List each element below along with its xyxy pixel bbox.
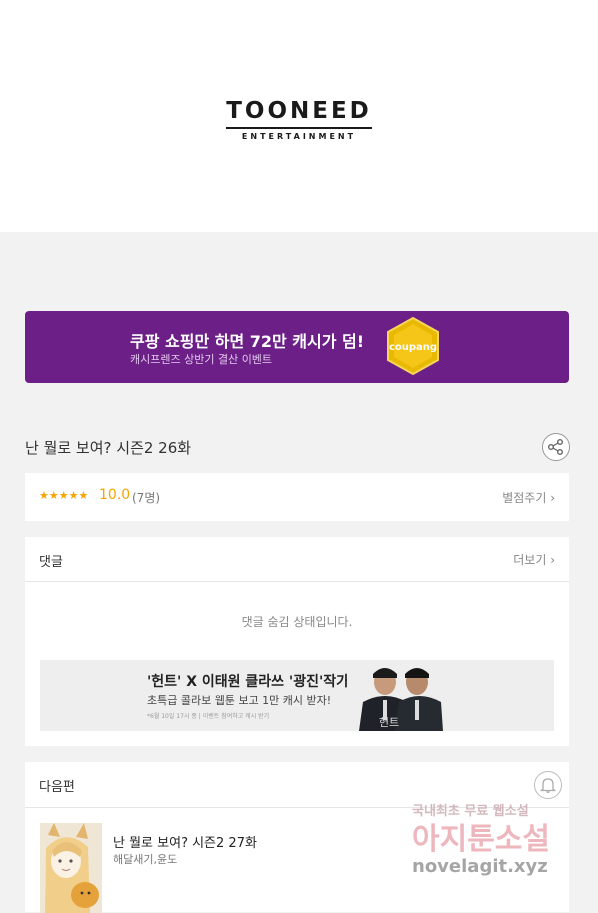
hunt-poster-image: 헌트: [347, 660, 447, 731]
watermark-line3: novelagit.xyz: [412, 856, 548, 877]
comments-header: 댓글: [39, 555, 63, 570]
comments-divider: [25, 581, 569, 582]
comments-card: 댓글 더보기 › 댓글 숨김 상태입니다. '헌트' X 이태원 클라쓰 '광진…: [25, 537, 569, 746]
rating-stars: ★★★★★: [39, 489, 89, 502]
episode-title: 난 뭘로 보여? 시즌2 26화: [25, 439, 192, 457]
ad-fine-print: *6월 10일 17시 종 | 이벤트 참여하고 캐시 받기: [147, 713, 270, 720]
banner-title: 쿠팡 쇼핑만 하면 72만 캐시가 덤!: [130, 332, 365, 351]
character-thumbnail-image: [40, 823, 102, 913]
watermark-line2: 아지툰소설: [412, 822, 550, 857]
notify-button[interactable]: [534, 771, 562, 799]
banner-subtitle: 캐시프렌즈 상반기 결산 이벤트: [130, 353, 273, 366]
next-episode-thumbnail[interactable]: [40, 823, 102, 913]
coupang-banner[interactable]: 쿠팡 쇼핑만 하면 72만 캐시가 덤! 캐시프렌즈 상반기 결산 이벤트 co…: [25, 311, 569, 383]
next-episode-author: 해달새기,윤도: [113, 853, 178, 866]
rating-count: (7명): [132, 491, 161, 505]
logo-main-text: TOONEED: [226, 98, 372, 124]
comments-more-link[interactable]: 더보기 ›: [513, 551, 555, 568]
tooneed-logo[interactable]: TOONEED ENTERTAINMENT: [0, 98, 598, 141]
hunt-ad-banner[interactable]: '헌트' X 이태원 클라쓰 '광진'작가 초특급 콜라보 웹툰 보고 1만 캐…: [40, 660, 554, 731]
logo-divider: [226, 127, 372, 129]
coupang-coin-icon: coupang: [387, 316, 439, 376]
rating-card: ★★★★★ 10.0 (7명) 별점주기 ›: [25, 473, 569, 521]
ad-subtitle: 초특급 콜라보 웹툰 보고 1만 캐시 받자!: [147, 694, 332, 707]
share-icon: [547, 438, 563, 455]
ad-title: '헌트' X 이태원 클라쓰 '광진'작가: [147, 674, 349, 690]
header-area: TOONEED ENTERTAINMENT: [0, 0, 598, 232]
bell-icon: [539, 778, 557, 793]
comments-hidden-message: 댓글 숨김 상태입니다.: [241, 615, 353, 629]
share-button[interactable]: [542, 433, 570, 461]
rate-button[interactable]: 별점주기 ›: [502, 489, 555, 506]
site-watermark: 국내최초 무료 웹소설 아지툰소설 novelagit.xyz: [412, 800, 582, 890]
next-header: 다음편: [39, 780, 75, 795]
coin-label: coupang: [389, 342, 437, 353]
poster-text: 헌트: [379, 716, 399, 729]
next-episode-title[interactable]: 난 뭘로 보여? 시즌2 27화: [113, 832, 257, 851]
logo-sub-text: ENTERTAINMENT: [241, 132, 357, 141]
rating-score: 10.0: [99, 487, 131, 503]
